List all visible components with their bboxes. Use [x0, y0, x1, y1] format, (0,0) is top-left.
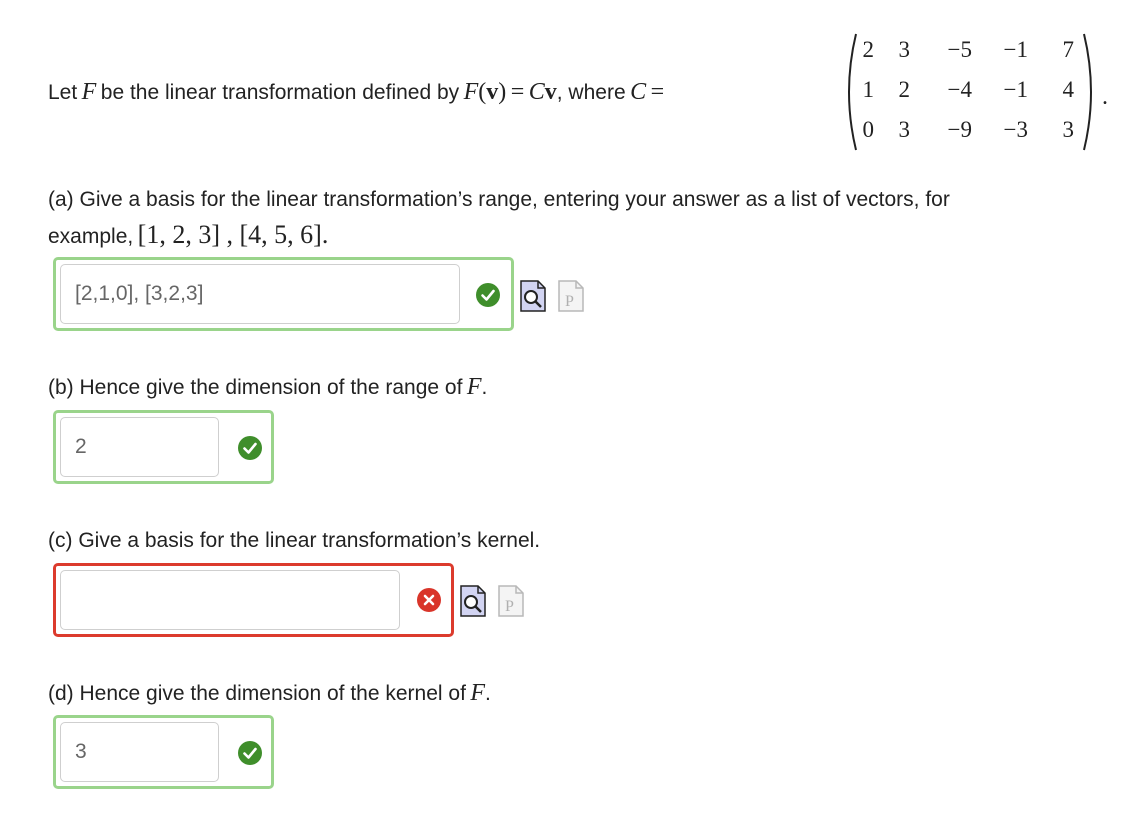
matrix-cell: 1 — [862, 77, 875, 102]
pdf-document-icon[interactable]: P — [558, 280, 584, 312]
fv-close-paren: ) — [498, 79, 507, 105]
part-b-F: F — [466, 374, 482, 400]
preview-document-icon[interactable] — [460, 585, 486, 617]
check-circle-icon — [238, 741, 262, 765]
Cv-C: C — [528, 79, 545, 105]
matrix-cell: −3 — [1003, 117, 1028, 142]
pdf-document-icon[interactable]: P — [498, 585, 524, 617]
matrix-cell: 7 — [1062, 37, 1075, 62]
fv-F: F — [463, 79, 479, 105]
check-circle-icon — [476, 283, 500, 307]
equals-sign: = — [510, 79, 525, 105]
part-b-line: (b) Hence give the dimension of the rang… — [48, 374, 487, 401]
part-a-example-label: example, — [48, 225, 134, 248]
part-d-text: (d) Hence give the dimension of the kern… — [48, 682, 466, 705]
part-d-F: F — [470, 680, 486, 706]
intro-prefix: Let — [48, 81, 78, 104]
matrix-cell: 4 — [1062, 77, 1075, 102]
part-a-example-math: [1, 2, 3] , [4, 5, 6] — [137, 220, 322, 249]
intro-be-text: be the linear transformation defined by — [100, 81, 460, 104]
matrix-C: 2 3 −5 −1 7 1 2 −4 −1 4 0 3 −9 −3 3 — [838, 30, 1100, 154]
preview-document-icon[interactable] — [520, 280, 546, 312]
part-a-example-period: . — [321, 220, 329, 249]
var-F: F — [81, 79, 97, 105]
intro-period: . — [1102, 84, 1108, 110]
matrix-cell: −1 — [1003, 77, 1028, 102]
var-C: C — [630, 79, 647, 105]
matrix-cell: −1 — [1003, 37, 1028, 62]
part-b-answer-input[interactable] — [60, 417, 219, 477]
matrix-cell: 3 — [898, 37, 911, 62]
part-b-text: (b) Hence give the dimension of the rang… — [48, 376, 463, 399]
part-a-text: (a) Give a basis for the linear transfor… — [48, 188, 950, 211]
svg-text:P: P — [505, 598, 514, 615]
intro-where: , where — [556, 81, 626, 104]
svg-text:P: P — [565, 293, 574, 310]
check-circle-icon — [238, 436, 262, 460]
part-a-example-line: example, [1, 2, 3] , [4, 5, 6]. — [48, 220, 328, 250]
intro-line: Let F be the linear transformation defin… — [48, 79, 664, 109]
part-b-period: . — [481, 376, 488, 399]
matrix-cell: 3 — [1062, 117, 1075, 142]
matrix-cell: −5 — [947, 37, 972, 62]
part-d-period: . — [485, 682, 491, 705]
matrix-cell: −4 — [947, 77, 972, 102]
part-d-answer-input[interactable] — [60, 722, 219, 782]
part-c-text: (c) Give a basis for the linear transfor… — [48, 529, 541, 552]
matrix-cell: 0 — [862, 117, 875, 142]
matrix-cell: 2 — [898, 77, 911, 102]
part-c-answer-input[interactable] — [60, 570, 400, 630]
Cv-v: v — [544, 79, 557, 105]
matrix-cell: −9 — [947, 117, 972, 142]
part-d-line: (d) Hence give the dimension of the kern… — [48, 680, 491, 707]
part-a-answer-input[interactable] — [60, 264, 460, 324]
matrix-cell: 2 — [862, 37, 875, 62]
equals-sign-2: = — [650, 79, 665, 105]
matrix-cell: 3 — [898, 117, 911, 142]
x-circle-icon — [417, 588, 441, 612]
fv-v: v — [486, 79, 499, 105]
